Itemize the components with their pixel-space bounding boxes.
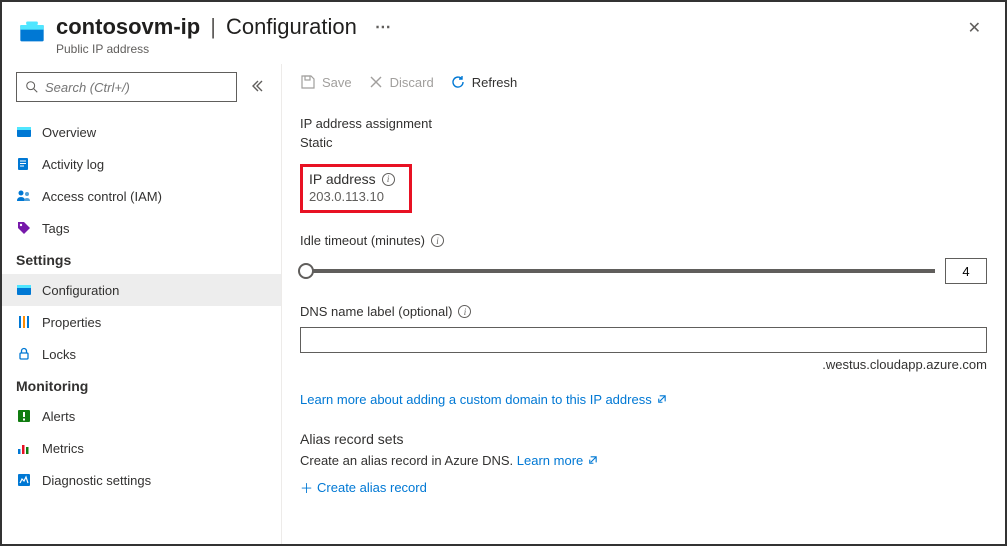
resource-type: Public IP address — [56, 42, 960, 56]
metrics-icon — [16, 440, 32, 456]
dns-name-input[interactable] — [300, 327, 987, 353]
alias-heading: Alias record sets — [300, 431, 987, 447]
sidebar: Overview Activity log Access control (IA… — [2, 64, 282, 544]
dns-suffix-label: .westus.cloudapp.azure.com — [300, 357, 987, 372]
learn-custom-domain-link[interactable]: Learn more about adding a custom domain … — [300, 392, 667, 407]
iam-icon — [16, 188, 32, 204]
ip-address-value: 203.0.113.10 — [309, 189, 395, 204]
discard-icon — [368, 74, 384, 90]
diagnostic-icon — [16, 472, 32, 488]
create-alias-button[interactable]: ＋ Create alias record — [300, 478, 427, 497]
section-title: Configuration — [226, 14, 357, 40]
save-button[interactable]: Save — [300, 74, 352, 90]
ip-address-highlight: IP address i 203.0.113.10 — [300, 164, 412, 213]
external-link-icon — [656, 394, 667, 405]
info-icon[interactable]: i — [431, 234, 444, 247]
sidebar-item-diagnostic[interactable]: Diagnostic settings — [2, 464, 281, 496]
sidebar-item-label: Locks — [42, 347, 76, 362]
sidebar-item-iam[interactable]: Access control (IAM) — [2, 180, 281, 212]
sidebar-item-tags[interactable]: Tags — [2, 212, 281, 244]
sidebar-item-label: Diagnostic settings — [42, 473, 151, 488]
properties-icon — [16, 314, 32, 330]
timeout-slider[interactable] — [300, 269, 935, 273]
sidebar-item-label: Tags — [42, 221, 69, 236]
toolbar: Save Discard Refresh — [300, 64, 987, 104]
slider-thumb[interactable] — [298, 263, 314, 279]
info-icon[interactable]: i — [382, 173, 395, 186]
sidebar-item-locks[interactable]: Locks — [2, 338, 281, 370]
page-title: contosovm-ip | Configuration ⋯ — [56, 14, 960, 40]
info-icon[interactable]: i — [458, 305, 471, 318]
sidebar-item-label: Configuration — [42, 283, 119, 298]
sidebar-item-label: Activity log — [42, 157, 104, 172]
overview-icon — [16, 124, 32, 140]
alias-learn-more-link[interactable]: Learn more — [517, 453, 598, 468]
sidebar-item-metrics[interactable]: Metrics — [2, 432, 281, 464]
assignment-label: IP address assignment — [300, 116, 987, 131]
tags-icon — [16, 220, 32, 236]
close-button[interactable]: ✕ — [960, 14, 989, 42]
refresh-button[interactable]: Refresh — [450, 74, 518, 90]
collapse-nav-button[interactable] — [245, 75, 267, 100]
assignment-value: Static — [300, 135, 987, 150]
sidebar-item-configuration[interactable]: Configuration — [2, 274, 281, 306]
sidebar-item-label: Alerts — [42, 409, 75, 424]
search-input[interactable] — [45, 80, 228, 95]
sidebar-item-label: Metrics — [42, 441, 84, 456]
dns-label: DNS name label (optional) — [300, 304, 452, 319]
search-input-wrapper[interactable] — [16, 72, 237, 102]
save-icon — [300, 74, 316, 90]
activity-log-icon — [16, 156, 32, 172]
locks-icon — [16, 346, 32, 362]
sidebar-item-alerts[interactable]: Alerts — [2, 400, 281, 432]
plus-icon: ＋ — [300, 478, 313, 497]
sidebar-item-label: Access control (IAM) — [42, 189, 162, 204]
alias-description: Create an alias record in Azure DNS. Lea… — [300, 453, 987, 468]
ip-address-label: IP address — [309, 171, 376, 187]
timeout-label: Idle timeout (minutes) — [300, 233, 425, 248]
sidebar-item-label: Overview — [42, 125, 96, 140]
configuration-icon — [16, 282, 32, 298]
sidebar-item-activity-log[interactable]: Activity log — [2, 148, 281, 180]
external-link-icon — [587, 455, 598, 466]
more-actions-icon[interactable]: ⋯ — [375, 17, 391, 37]
resource-name: contosovm-ip — [56, 14, 200, 40]
search-icon — [25, 80, 39, 94]
nav-heading-settings: Settings — [2, 244, 281, 274]
nav-heading-monitoring: Monitoring — [2, 370, 281, 400]
sidebar-item-properties[interactable]: Properties — [2, 306, 281, 338]
public-ip-icon — [18, 18, 46, 46]
discard-button[interactable]: Discard — [368, 74, 434, 90]
timeout-value-input[interactable] — [945, 258, 987, 284]
sidebar-item-label: Properties — [42, 315, 101, 330]
main-content: Save Discard Refresh IP address assignme… — [282, 64, 1005, 544]
sidebar-item-overview[interactable]: Overview — [2, 116, 281, 148]
blade-header: contosovm-ip | Configuration ⋯ Public IP… — [2, 2, 1005, 64]
refresh-icon — [450, 74, 466, 90]
alerts-icon — [16, 408, 32, 424]
